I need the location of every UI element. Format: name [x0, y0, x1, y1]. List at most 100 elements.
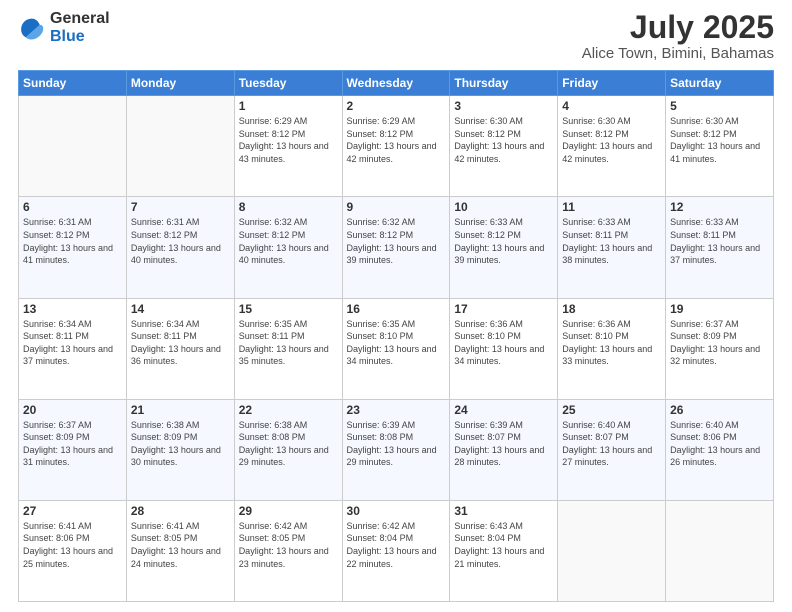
- day-number: 26: [670, 403, 769, 417]
- day-info: Sunrise: 6:41 AM Sunset: 8:05 PM Dayligh…: [131, 520, 230, 570]
- day-of-week-header: Wednesday: [342, 71, 450, 96]
- day-info: Sunrise: 6:30 AM Sunset: 8:12 PM Dayligh…: [670, 115, 769, 165]
- day-of-week-header: Friday: [558, 71, 666, 96]
- day-info: Sunrise: 6:39 AM Sunset: 8:07 PM Dayligh…: [454, 419, 553, 469]
- calendar-cell: 18 Sunrise: 6:36 AM Sunset: 8:10 PM Dayli…: [558, 298, 666, 399]
- calendar-week-row: 27Sunrise: 6:41 AM Sunset: 8:06 PM Dayli…: [19, 500, 774, 601]
- calendar-cell: 7 Sunrise: 6:31 AM Sunset: 8:12 PM Daylig…: [126, 197, 234, 298]
- day-info: Sunrise: 6:42 AM Sunset: 8:04 PM Dayligh…: [347, 520, 446, 570]
- calendar-cell: 31 Sunrise: 6:43 AM Sunset: 8:04 PM Dayli…: [450, 500, 558, 601]
- day-info: Sunrise: 6:38 AM Sunset: 8:09 PM Dayligh…: [131, 419, 230, 469]
- calendar-cell: 27Sunrise: 6:41 AM Sunset: 8:06 PM Dayli…: [19, 500, 127, 601]
- day-number: 18: [562, 302, 661, 316]
- day-number: 10: [454, 200, 553, 214]
- logo-blue: Blue: [50, 28, 85, 45]
- day-info: Sunrise: 6:36 AM Sunset: 8:10 PM Dayligh…: [454, 318, 553, 368]
- day-number: 16: [347, 302, 446, 316]
- logo-text: General Blue: [50, 10, 110, 45]
- day-number: 4: [562, 99, 661, 113]
- day-info: Sunrise: 6:29 AM Sunset: 8:12 PM Dayligh…: [347, 115, 446, 165]
- day-of-week-header: Sunday: [19, 71, 127, 96]
- day-info: Sunrise: 6:35 AM Sunset: 8:10 PM Dayligh…: [347, 318, 446, 368]
- day-info: Sunrise: 6:43 AM Sunset: 8:04 PM Dayligh…: [454, 520, 553, 570]
- day-info: Sunrise: 6:35 AM Sunset: 8:11 PM Dayligh…: [239, 318, 338, 368]
- day-info: Sunrise: 6:42 AM Sunset: 8:05 PM Dayligh…: [239, 520, 338, 570]
- calendar-cell: 24 Sunrise: 6:39 AM Sunset: 8:07 PM Dayli…: [450, 399, 558, 500]
- calendar-week-row: 20 Sunrise: 6:37 AM Sunset: 8:09 PM Dayli…: [19, 399, 774, 500]
- calendar-cell: 23 Sunrise: 6:39 AM Sunset: 8:08 PM Dayli…: [342, 399, 450, 500]
- calendar-cell: 5 Sunrise: 6:30 AM Sunset: 8:12 PM Daylig…: [666, 96, 774, 197]
- calendar-cell: [126, 96, 234, 197]
- calendar-cell: 26 Sunrise: 6:40 AM Sunset: 8:06 PM Dayli…: [666, 399, 774, 500]
- day-number: 29: [239, 504, 338, 518]
- calendar-week-row: 6 Sunrise: 6:31 AM Sunset: 8:12 PM Daylig…: [19, 197, 774, 298]
- calendar: SundayMondayTuesdayWednesdayThursdayFrid…: [18, 70, 774, 602]
- calendar-cell: 20 Sunrise: 6:37 AM Sunset: 8:09 PM Dayli…: [19, 399, 127, 500]
- calendar-cell: 11Sunrise: 6:33 AM Sunset: 8:11 PM Dayli…: [558, 197, 666, 298]
- calendar-cell: 21Sunrise: 6:38 AM Sunset: 8:09 PM Dayli…: [126, 399, 234, 500]
- day-number: 30: [347, 504, 446, 518]
- day-info: Sunrise: 6:29 AM Sunset: 8:12 PM Dayligh…: [239, 115, 338, 165]
- day-of-week-header: Monday: [126, 71, 234, 96]
- logo-icon: [18, 14, 46, 42]
- title-block: July 2025 Alice Town, Bimini, Bahamas: [582, 10, 774, 62]
- logo-general: General: [50, 10, 110, 27]
- day-number: 17: [454, 302, 553, 316]
- main-title: July 2025: [582, 10, 774, 45]
- day-info: Sunrise: 6:31 AM Sunset: 8:12 PM Dayligh…: [23, 216, 122, 266]
- calendar-week-row: 13 Sunrise: 6:34 AM Sunset: 8:11 PM Dayli…: [19, 298, 774, 399]
- calendar-cell: 13 Sunrise: 6:34 AM Sunset: 8:11 PM Dayli…: [19, 298, 127, 399]
- day-info: Sunrise: 6:33 AM Sunset: 8:12 PM Dayligh…: [454, 216, 553, 266]
- day-of-week-header: Saturday: [666, 71, 774, 96]
- day-number: 7: [131, 200, 230, 214]
- day-number: 31: [454, 504, 553, 518]
- calendar-cell: 9Sunrise: 6:32 AM Sunset: 8:12 PM Daylig…: [342, 197, 450, 298]
- day-info: Sunrise: 6:36 AM Sunset: 8:10 PM Dayligh…: [562, 318, 661, 368]
- day-number: 3: [454, 99, 553, 113]
- calendar-cell: 10 Sunrise: 6:33 AM Sunset: 8:12 PM Dayli…: [450, 197, 558, 298]
- calendar-cell: 30 Sunrise: 6:42 AM Sunset: 8:04 PM Dayli…: [342, 500, 450, 601]
- day-info: Sunrise: 6:30 AM Sunset: 8:12 PM Dayligh…: [454, 115, 553, 165]
- day-info: Sunrise: 6:34 AM Sunset: 8:11 PM Dayligh…: [23, 318, 122, 368]
- day-number: 19: [670, 302, 769, 316]
- page: General Blue July 2025 Alice Town, Bimin…: [0, 0, 792, 612]
- calendar-cell: 1 Sunrise: 6:29 AM Sunset: 8:12 PM Daylig…: [234, 96, 342, 197]
- calendar-cell: 19Sunrise: 6:37 AM Sunset: 8:09 PM Dayli…: [666, 298, 774, 399]
- header: General Blue July 2025 Alice Town, Bimin…: [18, 10, 774, 62]
- day-number: 27: [23, 504, 122, 518]
- day-number: 6: [23, 200, 122, 214]
- day-number: 12: [670, 200, 769, 214]
- day-info: Sunrise: 6:30 AM Sunset: 8:12 PM Dayligh…: [562, 115, 661, 165]
- day-of-week-header: Thursday: [450, 71, 558, 96]
- day-number: 23: [347, 403, 446, 417]
- day-info: Sunrise: 6:33 AM Sunset: 8:11 PM Dayligh…: [670, 216, 769, 266]
- calendar-cell: 16 Sunrise: 6:35 AM Sunset: 8:10 PM Dayli…: [342, 298, 450, 399]
- day-number: 1: [239, 99, 338, 113]
- day-info: Sunrise: 6:40 AM Sunset: 8:06 PM Dayligh…: [670, 419, 769, 469]
- calendar-cell: 3 Sunrise: 6:30 AM Sunset: 8:12 PM Daylig…: [450, 96, 558, 197]
- calendar-cell: 4 Sunrise: 6:30 AM Sunset: 8:12 PM Daylig…: [558, 96, 666, 197]
- day-number: 24: [454, 403, 553, 417]
- day-number: 14: [131, 302, 230, 316]
- day-info: Sunrise: 6:37 AM Sunset: 8:09 PM Dayligh…: [23, 419, 122, 469]
- day-number: 2: [347, 99, 446, 113]
- calendar-cell: 17 Sunrise: 6:36 AM Sunset: 8:10 PM Dayli…: [450, 298, 558, 399]
- day-number: 5: [670, 99, 769, 113]
- calendar-header-row: SundayMondayTuesdayWednesdayThursdayFrid…: [19, 71, 774, 96]
- day-number: 13: [23, 302, 122, 316]
- day-info: Sunrise: 6:38 AM Sunset: 8:08 PM Dayligh…: [239, 419, 338, 469]
- day-number: 8: [239, 200, 338, 214]
- day-number: 28: [131, 504, 230, 518]
- calendar-cell: 14Sunrise: 6:34 AM Sunset: 8:11 PM Dayli…: [126, 298, 234, 399]
- day-info: Sunrise: 6:39 AM Sunset: 8:08 PM Dayligh…: [347, 419, 446, 469]
- calendar-cell: 12 Sunrise: 6:33 AM Sunset: 8:11 PM Dayli…: [666, 197, 774, 298]
- calendar-cell: [666, 500, 774, 601]
- calendar-cell: 29 Sunrise: 6:42 AM Sunset: 8:05 PM Dayli…: [234, 500, 342, 601]
- subtitle: Alice Town, Bimini, Bahamas: [582, 45, 774, 62]
- calendar-cell: 6 Sunrise: 6:31 AM Sunset: 8:12 PM Daylig…: [19, 197, 127, 298]
- day-info: Sunrise: 6:31 AM Sunset: 8:12 PM Dayligh…: [131, 216, 230, 266]
- day-info: Sunrise: 6:32 AM Sunset: 8:12 PM Dayligh…: [239, 216, 338, 266]
- calendar-cell: 2 Sunrise: 6:29 AM Sunset: 8:12 PM Daylig…: [342, 96, 450, 197]
- day-number: 20: [23, 403, 122, 417]
- calendar-cell: 25Sunrise: 6:40 AM Sunset: 8:07 PM Dayli…: [558, 399, 666, 500]
